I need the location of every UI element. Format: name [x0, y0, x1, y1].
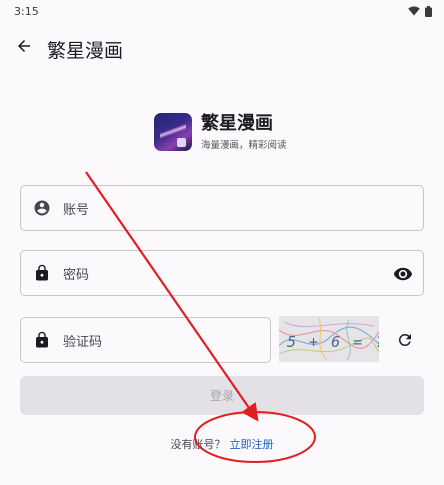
toggle-password-visibility-button[interactable]	[392, 263, 414, 285]
app-logo	[154, 113, 192, 151]
refresh-icon	[399, 334, 411, 346]
brand-text: 繁星漫画 海量漫画，精彩阅读	[201, 113, 287, 151]
register-question: 没有账号？	[170, 438, 226, 451]
wifi-icon	[408, 6, 420, 16]
login-button[interactable]: 登录	[20, 376, 424, 415]
back-button[interactable]	[12, 34, 36, 58]
person-icon	[33, 199, 51, 217]
username-field[interactable]: 账号	[20, 185, 424, 231]
brand-name: 繁星漫画	[201, 113, 273, 134]
refresh-captcha-button[interactable]	[394, 329, 416, 351]
eye-icon	[393, 267, 413, 281]
captcha-field[interactable]: 验证码	[20, 317, 271, 363]
captcha-label: 验证码	[63, 334, 103, 350]
register-link[interactable]: 立即注册	[230, 438, 274, 451]
battery-icon	[425, 5, 432, 17]
lock-icon	[33, 264, 51, 282]
brand-header: 繁星漫画 海量漫画，精彩阅读	[154, 113, 287, 151]
captcha-text: 5 + 6 = ?	[287, 333, 379, 351]
app-bar: 繁星漫画	[0, 30, 444, 66]
status-bar: 3:15	[0, 0, 444, 22]
status-icons	[408, 5, 432, 17]
captcha-image[interactable]: 5 + 6 = ?	[279, 316, 379, 362]
brand-slogan: 海量漫画，精彩阅读	[201, 140, 287, 151]
lock-icon	[33, 331, 51, 349]
register-row: 没有账号？ 立即注册	[0, 436, 444, 452]
password-field[interactable]: 密码	[20, 250, 424, 296]
status-time: 3:15	[14, 4, 39, 18]
back-arrow-icon	[18, 40, 30, 52]
username-label: 账号	[63, 202, 90, 218]
password-label: 密码	[63, 267, 90, 283]
page-title: 繁星漫画	[47, 40, 124, 62]
